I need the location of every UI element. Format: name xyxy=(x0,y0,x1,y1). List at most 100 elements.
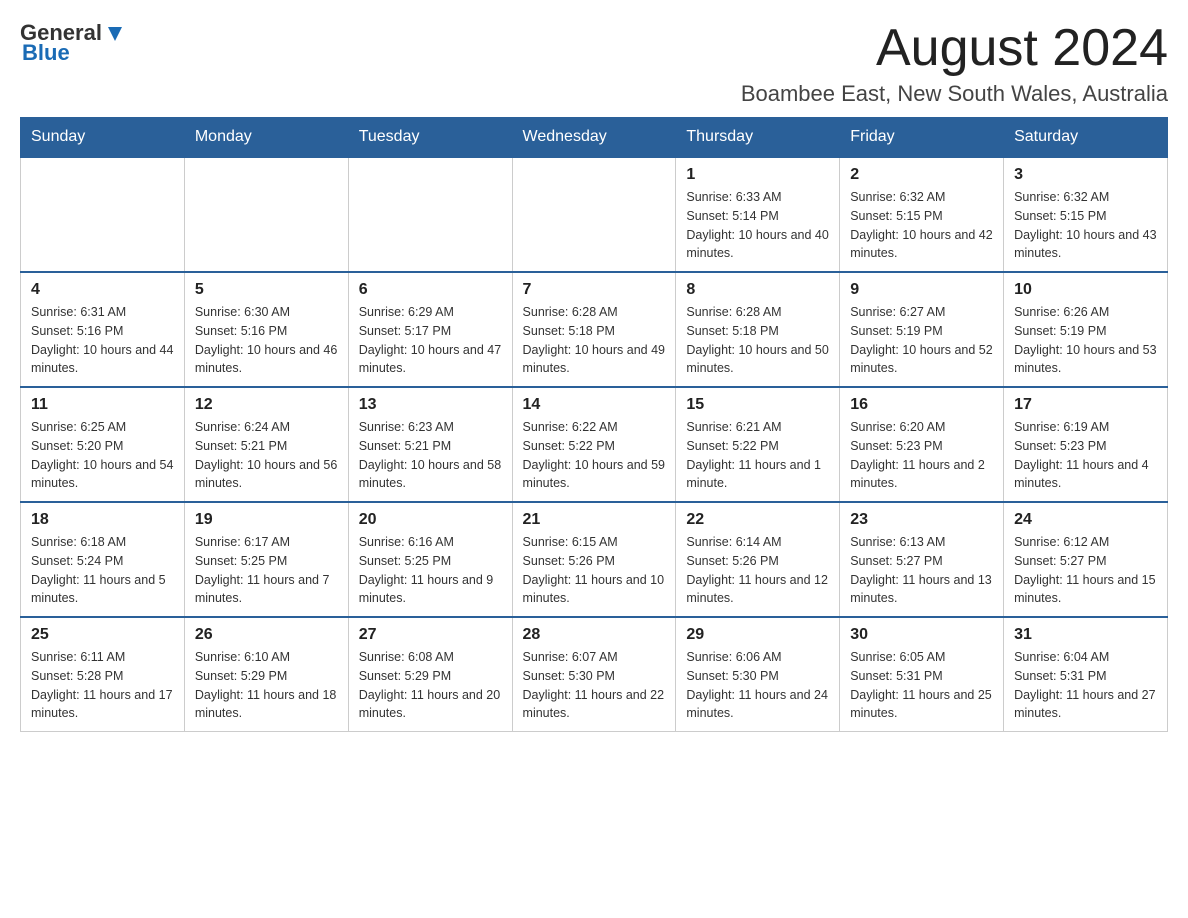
day-number: 27 xyxy=(359,626,502,644)
day-number: 14 xyxy=(523,396,666,414)
calendar-day-cell: 2 Sunrise: 6:32 AMSunset: 5:15 PMDaylight… xyxy=(840,157,1004,272)
day-number: 30 xyxy=(850,626,993,644)
logo: General Blue xyxy=(20,20,126,66)
day-number: 19 xyxy=(195,511,338,529)
calendar-day-cell: 1Sunrise: 6:33 AMSunset: 5:14 PMDaylight… xyxy=(676,157,840,272)
calendar-week-row: 25 Sunrise: 6:11 AMSunset: 5:28 PMDayligh… xyxy=(21,617,1168,732)
day-info: Sunrise: 6:22 AMSunset: 5:22 PMDaylight:… xyxy=(523,418,666,493)
day-number: 22 xyxy=(686,511,829,529)
day-info: Sunrise: 6:31 AMSunset: 5:16 PMDaylight:… xyxy=(31,303,174,378)
calendar-week-row: 18 Sunrise: 6:18 AMSunset: 5:24 PMDayligh… xyxy=(21,502,1168,617)
day-number: 18 xyxy=(31,511,174,529)
calendar-day-cell: 22 Sunrise: 6:14 AMSunset: 5:26 PMDayligh… xyxy=(676,502,840,617)
day-number: 24 xyxy=(1014,511,1157,529)
day-number: 13 xyxy=(359,396,502,414)
day-info: Sunrise: 6:10 AMSunset: 5:29 PMDaylight:… xyxy=(195,648,338,723)
calendar-day-cell: 16Sunrise: 6:20 AMSunset: 5:23 PMDayligh… xyxy=(840,387,1004,502)
day-number: 6 xyxy=(359,281,502,299)
day-info: Sunrise: 6:27 AMSunset: 5:19 PMDaylight:… xyxy=(850,303,993,378)
calendar-day-cell: 5 Sunrise: 6:30 AMSunset: 5:16 PMDaylight… xyxy=(184,272,348,387)
day-number: 5 xyxy=(195,281,338,299)
day-number: 26 xyxy=(195,626,338,644)
calendar-header-tuesday: Tuesday xyxy=(348,118,512,158)
calendar-day-cell: 25 Sunrise: 6:11 AMSunset: 5:28 PMDayligh… xyxy=(21,617,185,732)
calendar-header-thursday: Thursday xyxy=(676,118,840,158)
day-info: Sunrise: 6:06 AMSunset: 5:30 PMDaylight:… xyxy=(686,648,829,723)
day-number: 4 xyxy=(31,281,174,299)
calendar-day-cell: 14 Sunrise: 6:22 AMSunset: 5:22 PMDayligh… xyxy=(512,387,676,502)
calendar-day-cell: 17Sunrise: 6:19 AMSunset: 5:23 PMDayligh… xyxy=(1004,387,1168,502)
page-header: General Blue August 2024 Boambee East, N… xyxy=(20,20,1168,107)
day-info: Sunrise: 6:25 AMSunset: 5:20 PMDaylight:… xyxy=(31,418,174,493)
day-number: 29 xyxy=(686,626,829,644)
logo-triangle-icon xyxy=(104,23,126,45)
calendar-day-cell xyxy=(512,157,676,272)
day-info: Sunrise: 6:16 AMSunset: 5:25 PMDaylight:… xyxy=(359,533,502,608)
calendar-header-wednesday: Wednesday xyxy=(512,118,676,158)
day-number: 20 xyxy=(359,511,502,529)
calendar-day-cell: 18 Sunrise: 6:18 AMSunset: 5:24 PMDayligh… xyxy=(21,502,185,617)
calendar-day-cell xyxy=(184,157,348,272)
day-number: 16 xyxy=(850,396,993,414)
day-number: 2 xyxy=(850,166,993,184)
day-info: Sunrise: 6:32 AMSunset: 5:15 PMDaylight:… xyxy=(1014,188,1157,263)
calendar-day-cell: 31 Sunrise: 6:04 AMSunset: 5:31 PMDayligh… xyxy=(1004,617,1168,732)
day-info: Sunrise: 6:18 AMSunset: 5:24 PMDaylight:… xyxy=(31,533,174,608)
calendar-day-cell: 24 Sunrise: 6:12 AMSunset: 5:27 PMDayligh… xyxy=(1004,502,1168,617)
day-info: Sunrise: 6:04 AMSunset: 5:31 PMDaylight:… xyxy=(1014,648,1157,723)
day-number: 3 xyxy=(1014,166,1157,184)
day-number: 7 xyxy=(523,281,666,299)
day-number: 21 xyxy=(523,511,666,529)
day-info: Sunrise: 6:17 AMSunset: 5:25 PMDaylight:… xyxy=(195,533,338,608)
day-number: 8 xyxy=(686,281,829,299)
calendar-header-sunday: Sunday xyxy=(21,118,185,158)
calendar-day-cell: 15 Sunrise: 6:21 AMSunset: 5:22 PMDayligh… xyxy=(676,387,840,502)
logo-blue-text: Blue xyxy=(22,40,70,66)
calendar-day-cell: 10 Sunrise: 6:26 AMSunset: 5:19 PMDayligh… xyxy=(1004,272,1168,387)
calendar-day-cell xyxy=(348,157,512,272)
day-info: Sunrise: 6:08 AMSunset: 5:29 PMDaylight:… xyxy=(359,648,502,723)
page-subtitle: Boambee East, New South Wales, Australia xyxy=(741,81,1168,107)
calendar-day-cell: 21Sunrise: 6:15 AMSunset: 5:26 PMDayligh… xyxy=(512,502,676,617)
day-info: Sunrise: 6:12 AMSunset: 5:27 PMDaylight:… xyxy=(1014,533,1157,608)
calendar-day-cell: 23 Sunrise: 6:13 AMSunset: 5:27 PMDayligh… xyxy=(840,502,1004,617)
calendar-table: SundayMondayTuesdayWednesdayThursdayFrid… xyxy=(20,117,1168,732)
calendar-day-cell: 13Sunrise: 6:23 AMSunset: 5:21 PMDayligh… xyxy=(348,387,512,502)
calendar-day-cell: 20 Sunrise: 6:16 AMSunset: 5:25 PMDayligh… xyxy=(348,502,512,617)
calendar-day-cell: 19 Sunrise: 6:17 AMSunset: 5:25 PMDayligh… xyxy=(184,502,348,617)
day-info: Sunrise: 6:05 AMSunset: 5:31 PMDaylight:… xyxy=(850,648,993,723)
day-info: Sunrise: 6:13 AMSunset: 5:27 PMDaylight:… xyxy=(850,533,993,608)
day-number: 12 xyxy=(195,396,338,414)
calendar-header-row: SundayMondayTuesdayWednesdayThursdayFrid… xyxy=(21,118,1168,158)
day-info: Sunrise: 6:14 AMSunset: 5:26 PMDaylight:… xyxy=(686,533,829,608)
title-area: August 2024 Boambee East, New South Wale… xyxy=(741,20,1168,107)
day-number: 15 xyxy=(686,396,829,414)
calendar-day-cell: 3 Sunrise: 6:32 AMSunset: 5:15 PMDaylight… xyxy=(1004,157,1168,272)
day-info: Sunrise: 6:07 AMSunset: 5:30 PMDaylight:… xyxy=(523,648,666,723)
day-info: Sunrise: 6:32 AMSunset: 5:15 PMDaylight:… xyxy=(850,188,993,263)
day-number: 31 xyxy=(1014,626,1157,644)
day-number: 10 xyxy=(1014,281,1157,299)
day-info: Sunrise: 6:24 AMSunset: 5:21 PMDaylight:… xyxy=(195,418,338,493)
day-number: 25 xyxy=(31,626,174,644)
day-info: Sunrise: 6:11 AMSunset: 5:28 PMDaylight:… xyxy=(31,648,174,723)
calendar-header-friday: Friday xyxy=(840,118,1004,158)
calendar-header-monday: Monday xyxy=(184,118,348,158)
day-info: Sunrise: 6:33 AMSunset: 5:14 PMDaylight:… xyxy=(686,188,829,263)
day-number: 28 xyxy=(523,626,666,644)
calendar-day-cell: 28 Sunrise: 6:07 AMSunset: 5:30 PMDayligh… xyxy=(512,617,676,732)
calendar-week-row: 1Sunrise: 6:33 AMSunset: 5:14 PMDaylight… xyxy=(21,157,1168,272)
day-number: 23 xyxy=(850,511,993,529)
calendar-day-cell: 26 Sunrise: 6:10 AMSunset: 5:29 PMDayligh… xyxy=(184,617,348,732)
day-number: 17 xyxy=(1014,396,1157,414)
day-info: Sunrise: 6:30 AMSunset: 5:16 PMDaylight:… xyxy=(195,303,338,378)
day-info: Sunrise: 6:26 AMSunset: 5:19 PMDaylight:… xyxy=(1014,303,1157,378)
calendar-day-cell: 9 Sunrise: 6:27 AMSunset: 5:19 PMDaylight… xyxy=(840,272,1004,387)
day-info: Sunrise: 6:28 AMSunset: 5:18 PMDaylight:… xyxy=(686,303,829,378)
day-info: Sunrise: 6:21 AMSunset: 5:22 PMDaylight:… xyxy=(686,418,829,493)
calendar-day-cell: 8 Sunrise: 6:28 AMSunset: 5:18 PMDaylight… xyxy=(676,272,840,387)
calendar-day-cell: 11Sunrise: 6:25 AMSunset: 5:20 PMDayligh… xyxy=(21,387,185,502)
day-number: 9 xyxy=(850,281,993,299)
calendar-week-row: 11Sunrise: 6:25 AMSunset: 5:20 PMDayligh… xyxy=(21,387,1168,502)
calendar-day-cell: 12 Sunrise: 6:24 AMSunset: 5:21 PMDayligh… xyxy=(184,387,348,502)
